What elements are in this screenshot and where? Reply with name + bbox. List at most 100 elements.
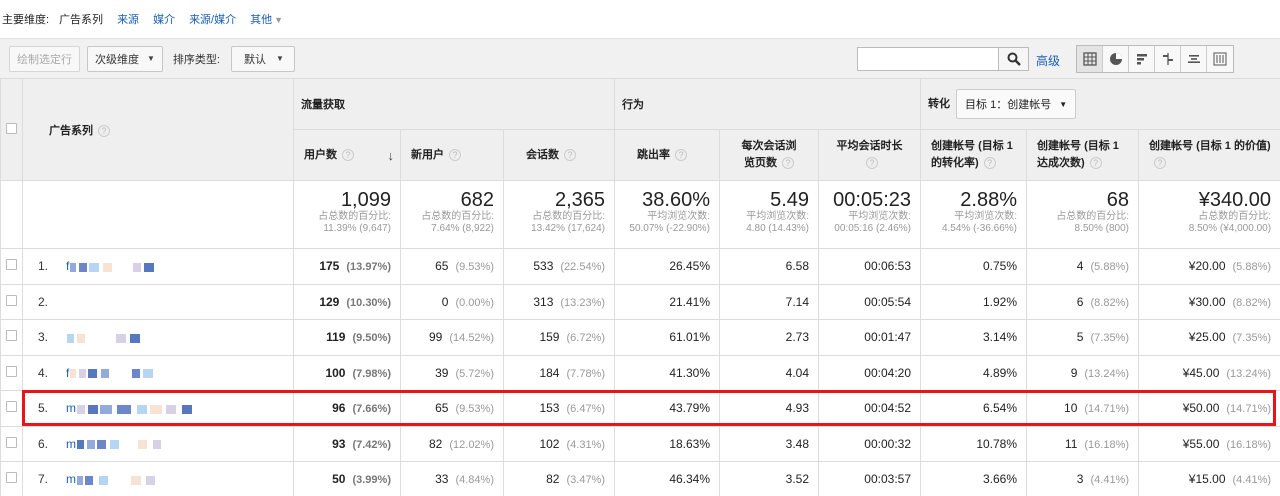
sessions-percent: (4.31%) — [566, 438, 606, 451]
row-checkbox[interactable] — [6, 294, 17, 306]
table-row[interactable]: 2. 129 (10.30%) 0 (0.00%) 313 (13.23%) 21.4… — [0, 283, 1280, 320]
table-search-input[interactable] — [857, 47, 999, 71]
dimension-other-label: 其他 — [250, 14, 273, 26]
help-icon[interactable]: ? — [98, 124, 110, 137]
total-users: 1,099 占总数的百分比: 11.39% (9,647) — [293, 180, 401, 249]
advanced-filter-link[interactable]: 高级 — [1036, 52, 1060, 69]
users-column-header[interactable]: 用户数? ↓ — [293, 129, 401, 181]
new-users-percent: (9.53%) — [455, 403, 494, 416]
goal-value-value: ¥55.00 — [1182, 436, 1220, 451]
dimension-option-source[interactable]: 来源 — [117, 11, 139, 27]
new-users-column-header[interactable]: 新用户? — [400, 129, 504, 181]
total-caption: 平均浏览次数: — [848, 211, 912, 222]
total-value: 2.88% — [960, 189, 1018, 211]
row-checkbox[interactable] — [6, 472, 17, 484]
bounce-rate-column-header[interactable]: 跳出率? — [614, 129, 721, 181]
campaign-link[interactable]: m — [66, 472, 76, 486]
completions-value: 6 — [1076, 294, 1084, 309]
dimension-option-medium[interactable]: 媒介 — [153, 11, 175, 27]
table-row[interactable]: 3. 119 (9.50%) 99 (14.52%) 159 (6.72%) 61.0… — [0, 319, 1280, 356]
total-completions: 68 占总数的百分比: 8.50% (800) — [1026, 180, 1140, 249]
table-row[interactable]: 6. m 93 (7.42%) 82 (12.02%) 102 (4.31%) 18.6… — [0, 425, 1280, 462]
sessions-column-header[interactable]: 会话数? — [502, 129, 616, 181]
chevron-down-icon: ▼ — [1059, 99, 1068, 109]
goal-value-cell: ¥30.00 (8.82%) — [1138, 283, 1280, 320]
percentage-view-button[interactable] — [1103, 46, 1129, 72]
comparison-view-button[interactable] — [1155, 46, 1181, 72]
new-users-percent: (14.52%) — [449, 332, 494, 345]
redaction-block — [130, 333, 140, 343]
total-caption: 占总数的百分比: — [1198, 211, 1272, 222]
behavior-group-header: 行为 — [614, 78, 922, 130]
plot-rows-button[interactable]: 绘制选定行 — [9, 45, 80, 72]
pages-per-session-cell: 3.48 — [719, 425, 820, 462]
help-icon[interactable]: ? — [564, 148, 576, 161]
help-icon[interactable]: ? — [1154, 157, 1167, 170]
row-checkbox-cell — [0, 283, 23, 320]
redaction-block — [103, 262, 113, 272]
completions-column-header[interactable]: 创建帐号 (目标 1 达成次数)? — [1026, 129, 1140, 181]
dimension-other-dropdown[interactable]: 其他 ▼ — [250, 11, 283, 27]
search-button[interactable] — [999, 47, 1029, 71]
redaction-block — [87, 440, 95, 450]
table-row[interactable]: 7. m 50 (3.99%) 33 (4.84%) 82 (3.47%) 46.34%… — [0, 461, 1280, 496]
redaction-block — [137, 404, 147, 414]
row-checkbox[interactable] — [6, 401, 17, 413]
total-value: 68 — [1106, 189, 1130, 211]
total-caption: 占总数的百分比: — [318, 211, 391, 222]
conversion-rate-cell: 3.14% — [920, 319, 1028, 356]
goal-select-dropdown[interactable]: 目标 1：创建帐号 ▼ — [956, 89, 1077, 119]
campaign-header-label: 广告系列 — [49, 124, 93, 137]
row-checkbox[interactable] — [6, 330, 17, 342]
comparison-icon — [1162, 53, 1173, 65]
sessions-value: 533 — [533, 259, 554, 274]
sessions-cell: 313 (13.23%) — [502, 283, 616, 320]
redaction-block — [138, 440, 147, 450]
avg-duration-column-header[interactable]: 平均会话时长? — [818, 129, 922, 181]
data-table-view-button[interactable] — [1077, 46, 1103, 72]
table-row[interactable]: 4. f 100 (7.98%) 39 (5.72%) 184 (7.78%) 41.3… — [0, 354, 1280, 391]
goal-value-value: ¥25.00 — [1188, 330, 1226, 345]
performance-view-button[interactable] — [1129, 46, 1155, 72]
help-icon[interactable]: ? — [342, 148, 354, 161]
select-all-checkbox[interactable] — [6, 122, 17, 134]
secondary-dimension-dropdown[interactable]: 次级维度 ▼ — [87, 45, 163, 72]
campaign-column-header[interactable]: 广告系列? — [22, 78, 294, 181]
help-icon[interactable]: ? — [782, 157, 795, 170]
row-checkbox[interactable] — [6, 365, 17, 377]
help-icon[interactable]: ? — [1089, 157, 1102, 170]
bar-list-icon — [1136, 54, 1147, 65]
help-icon[interactable]: ? — [675, 148, 688, 161]
table-row[interactable]: 5. m 96 (7.66%) 65 (9.53%) 153 (6.47%) 43.79… — [0, 390, 1280, 427]
dimension-option-source-medium[interactable]: 来源/媒介 — [189, 11, 236, 27]
help-icon[interactable]: ? — [449, 148, 461, 161]
new-users-value: 0 — [441, 294, 449, 309]
completions-percent: (13.24%) — [1084, 367, 1130, 380]
campaign-link[interactable]: m — [66, 401, 76, 415]
redaction-block — [182, 404, 192, 414]
completions-cell: 6 (8.82%) — [1026, 283, 1140, 320]
conversion-rate-column-header[interactable]: 创建帐号 (目标 1 的转化率)? — [920, 129, 1028, 181]
total-new-users: 682 占总数的百分比: 7.64% (8,922) — [400, 180, 504, 249]
pages-per-session-column-header[interactable]: 每次会话浏览页数? — [719, 129, 820, 181]
goal-value-cell: ¥20.00 (5.88%) — [1138, 248, 1280, 285]
completions-value: 4 — [1076, 259, 1084, 274]
term-cloud-view-button[interactable] — [1181, 46, 1207, 72]
campaign-link[interactable]: m — [66, 437, 76, 451]
completions-value: 5 — [1076, 330, 1084, 345]
row-checkbox[interactable] — [6, 436, 17, 448]
select-all-cell — [0, 78, 23, 181]
table-row[interactable]: 1. f 175 (13.97%) 65 (9.53%) 533 (22.54%) 26… — [0, 248, 1280, 285]
avg-duration-cell: 00:00:32 — [818, 425, 922, 462]
redaction-block — [79, 369, 87, 379]
total-caption: 占总数的百分比: — [532, 211, 606, 222]
help-icon[interactable]: ? — [983, 157, 996, 170]
help-icon[interactable]: ? — [866, 157, 879, 170]
pivot-view-button[interactable] — [1207, 46, 1233, 72]
row-checkbox-cell — [0, 248, 23, 285]
row-checkbox-cell — [0, 461, 23, 496]
sort-type-dropdown[interactable]: 默认 ▼ — [230, 45, 295, 72]
goal-value-column-header[interactable]: 创建帐号 (目标 1 的价值)? — [1138, 129, 1280, 181]
row-checkbox[interactable] — [6, 259, 17, 271]
pages-per-session-cell: 7.14 — [719, 283, 820, 320]
